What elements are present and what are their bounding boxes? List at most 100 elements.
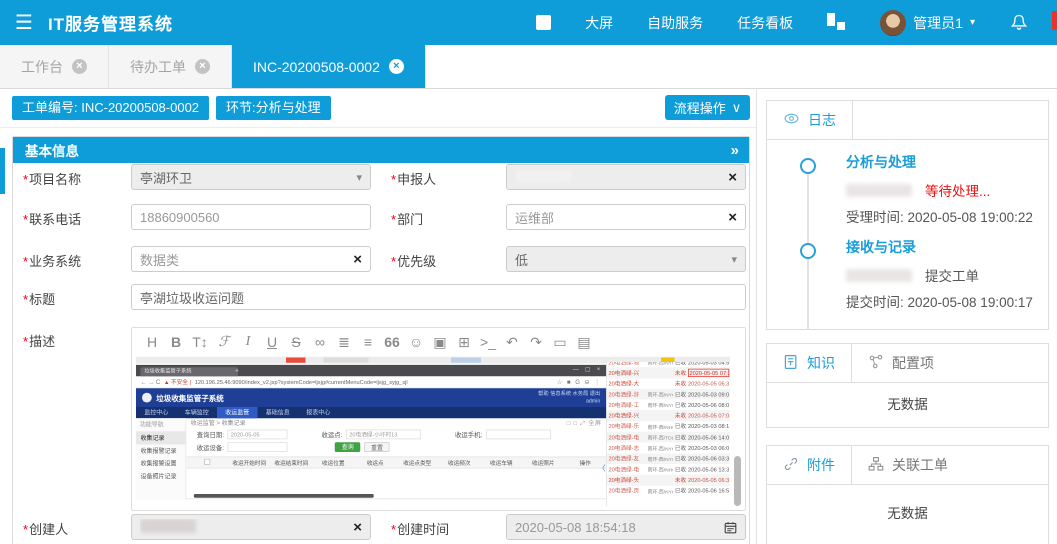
editor-toolbar-icon[interactable]: ↷ — [524, 334, 548, 351]
editor-toolbar-icon[interactable]: >_ — [476, 334, 500, 350]
collapse-icon[interactable]: » — [731, 142, 737, 159]
left-edge-handle[interactable] — [0, 148, 5, 194]
panel-title: 基本信息 — [25, 140, 79, 160]
editor-toolbar-icon[interactable]: ▤ — [572, 334, 596, 351]
window-controls: — ▢ × — [573, 366, 603, 373]
knowledge-box: 知识 配置项 无数据 — [766, 343, 1049, 428]
editor-content[interactable]: 垃圾收集监管子系统 + — ▢ × ← → C ▲ 不安全 | 120.196.… — [132, 356, 745, 510]
user-menu[interactable]: 管理员1 ▾ — [880, 10, 975, 36]
log-entry: 分析与处理 等待处理... 受理时间: 2020-05-08 19:00:22 — [846, 152, 1033, 226]
tab-log[interactable]: 日志 — [767, 101, 853, 139]
title-field[interactable]: 亭湖垃圾收运问题 — [131, 284, 746, 310]
mock-row: 20电洒绿-头 未收 2020-05-05 06:35 — [607, 475, 730, 486]
nav-link-taskboard[interactable]: 任务看板 — [737, 13, 793, 33]
nav-link-dashboard[interactable]: 大屏 — [585, 13, 613, 33]
editor-toolbar-icon[interactable]: U — [260, 334, 284, 350]
chevron-down-icon: ∨ — [732, 100, 742, 116]
attachments-box: 附件 关联工单 无数据 — [766, 445, 1049, 544]
mock-row: 20电洒绿-工 南环-西/NYG 已收 2020-05-06 08:02 — [607, 400, 730, 411]
mock-row: 20电洒绿-页 南环-西/NYG 已收 2020-05-06 16:54 — [607, 485, 730, 496]
editor-toolbar-icon[interactable]: ≡ — [356, 334, 380, 350]
editor-toolbar-icon[interactable]: 66 — [380, 334, 404, 350]
description-embedded-screenshot: 垃圾收集监管子系统 + — ▢ × ← → C ▲ 不安全 | 120.196.… — [136, 356, 730, 508]
clear-icon[interactable]: × — [728, 170, 737, 185]
description-label: *描述 — [23, 331, 55, 350]
nodes-icon — [868, 354, 884, 373]
calendar-icon — [724, 521, 737, 534]
chevron-down-icon: ▾ — [731, 253, 737, 266]
mock-url: 120.196.25.46:9090/index_v2.jsp?systemCo… — [195, 379, 408, 386]
editor-toolbar-icon[interactable]: T↕ — [188, 334, 212, 350]
mock-reset-button: 重置 — [364, 442, 390, 452]
clear-icon[interactable]: × — [353, 252, 362, 267]
editor-toolbar-icon[interactable]: ℱ — [212, 334, 236, 351]
screen-icon[interactable] — [536, 15, 551, 30]
editor-toolbar-icon[interactable]: ∞ — [308, 334, 332, 350]
created-label: *创建时间 — [391, 519, 449, 538]
editor-toolbar-icon[interactable]: B — [164, 334, 188, 350]
bell-icon[interactable] — [1009, 13, 1029, 33]
redacted-name — [515, 169, 571, 183]
editor-toolbar-icon[interactable]: ☺ — [404, 334, 428, 350]
mock-logo — [142, 393, 152, 403]
step-badge: 环节:分析与处理 — [216, 96, 331, 120]
hamburger-menu-icon[interactable]: ☰ — [15, 13, 33, 33]
tab-close-icon[interactable]: × — [389, 59, 404, 74]
redacted-name — [140, 519, 196, 533]
phone-field[interactable]: 18860900560 — [131, 204, 371, 230]
process-actions-button[interactable]: 流程操作 ∨ — [665, 95, 750, 120]
editor-toolbar-icon[interactable]: ▣ — [428, 334, 452, 351]
editor-toolbar-icon[interactable]: ▭ — [548, 334, 572, 351]
ticket-badges: 工单编号: INC-20200508-0002 环节:分析与处理 — [12, 96, 331, 120]
mock-row: 20电洒绿-乐 南环-西/NHC 已收 2020-05-03 08:13 — [607, 421, 730, 432]
clear-icon[interactable]: × — [728, 210, 737, 225]
basic-info-panel: 基本信息 » *项目名称 亭湖环卫 ▾ *申报人 × *联系电话 1886090… — [12, 136, 750, 544]
mock-row: 20电洒绿-友 南环-西/NYG 已收 2020-05-06 03:31 — [607, 453, 730, 464]
order-number-badge: 工单编号: INC-20200508-0002 — [12, 96, 209, 120]
mock-row: 20电洒绿-大 未收 2020-05-05 06:35 — [607, 378, 730, 389]
panel-header: 基本信息 » — [13, 137, 749, 163]
mock-nav: 监控中心车辆监控收运监管基础信息报表中心 — [136, 407, 606, 418]
tab-related-orders[interactable]: 关联工单 — [852, 446, 964, 484]
page-tab[interactable]: INC-20200508-0002 × — [232, 45, 426, 88]
clear-icon[interactable]: × — [353, 520, 362, 535]
department-label: *部门 — [391, 209, 423, 228]
editor-toolbar-icon[interactable]: S — [284, 334, 308, 350]
tab-knowledge[interactable]: 知识 — [767, 344, 852, 382]
priority-select[interactable]: 低 ▾ — [506, 246, 746, 272]
editor-scrollbar-thumb[interactable] — [734, 456, 741, 506]
description-editor[interactable]: H B T↕ ℱ I U S ∞ ≣ ≡ — [131, 327, 746, 511]
apps-grid-icon[interactable] — [827, 13, 846, 32]
nav-link-selfservice[interactable]: 自助服务 — [647, 13, 703, 33]
app-title: IT服务管理系统 — [48, 10, 173, 35]
priority-label: *优先级 — [391, 251, 436, 270]
project-select[interactable]: 亭湖环卫 ▾ — [131, 164, 371, 190]
page-tab[interactable]: 待办工单 × — [109, 45, 232, 88]
mock-row: 20电洒绿-志 南环-西/NYG 已收 2020-05-03 06:09 — [607, 443, 730, 454]
mock-row: 20电洒绿-浒 南环-西/NYG 已收 2020-05-03 09:02 — [607, 389, 730, 400]
page-tab[interactable]: 工作台 × — [0, 45, 109, 88]
tab-close-icon[interactable]: × — [72, 59, 87, 74]
reporter-field[interactable]: × — [506, 164, 746, 190]
column-divider — [756, 88, 757, 544]
tab-config-items[interactable]: 配置项 — [852, 344, 950, 382]
title-label: *标题 — [23, 289, 55, 308]
editor-toolbar-icon[interactable]: ↶ — [500, 334, 524, 351]
mock-sidebar: 功能导航 收集记录收集报警记录收集报警设置设备照片记录 — [136, 418, 186, 499]
created-field[interactable]: 2020-05-08 18:54:18 — [506, 514, 746, 540]
department-field[interactable]: 运维部 × — [506, 204, 746, 230]
creator-label: *创建人 — [23, 519, 68, 538]
tab-close-icon[interactable]: × — [195, 59, 210, 74]
editor-toolbar-icon[interactable]: I — [236, 334, 260, 350]
mock-row: 20电洒绿-兴 未收 2020-05-05 07:04 — [607, 410, 730, 421]
editor-toolbar-icon[interactable]: H — [140, 334, 164, 350]
creator-field[interactable]: × — [131, 514, 371, 540]
empty-placeholder: 无数据 — [767, 485, 1048, 522]
editor-toolbar-icon[interactable]: ≣ — [332, 334, 356, 351]
editor-toolbar: H B T↕ ℱ I U S ∞ ≣ ≡ — [132, 328, 745, 356]
chevron-down-icon: ▾ — [970, 17, 975, 28]
editor-toolbar-icon[interactable]: ⊞ — [452, 334, 476, 351]
tab-attachments[interactable]: 附件 — [767, 446, 852, 484]
system-field[interactable]: 数据类 × — [131, 246, 371, 272]
empty-placeholder: 无数据 — [767, 383, 1048, 427]
